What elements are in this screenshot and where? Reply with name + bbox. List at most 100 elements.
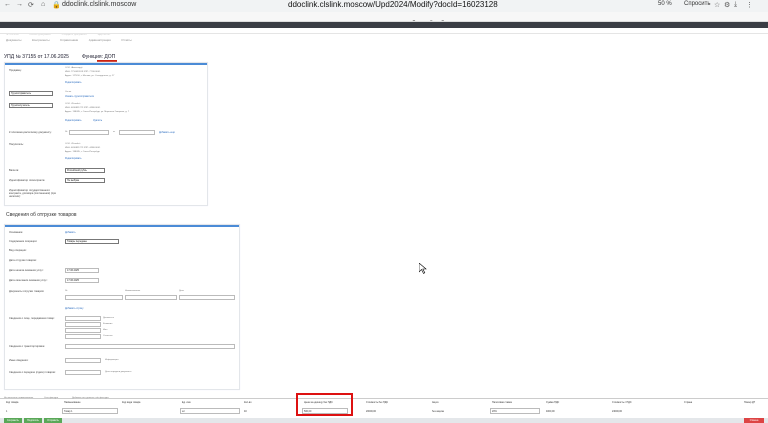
currency-select[interactable]: Российский рубль <box>65 168 105 173</box>
nav-item[interactable]: Отчёты <box>121 38 131 42</box>
send-button[interactable]: Отправить <box>44 418 62 423</box>
seller-label: Продавец: <box>9 69 22 72</box>
consignee-select[interactable]: Грузополучатель <box>9 103 53 108</box>
nav-item[interactable]: Администрация <box>89 38 111 42</box>
url-text[interactable]: ddoclink.clslink.moscow <box>62 1 136 8</box>
table-header: Наименование <box>64 401 81 404</box>
shipper-note[interactable]: Указать грузоотправителя <box>65 95 94 98</box>
table-cell[interactable]: 20000,00 <box>366 410 376 413</box>
seller-inn: ИНН: 7716432619 КПП: 771601001 <box>65 71 101 73</box>
table-cell[interactable]: шт <box>182 410 185 413</box>
header-card: Продавец: ООО «Авангард» ИНН: 7716432619… <box>4 62 208 206</box>
accept-value: Дата передачи документа <box>105 371 132 373</box>
other-value: Информация <box>105 359 119 361</box>
transport-input[interactable] <box>65 344 235 349</box>
other-label: Иные сведения: <box>9 359 29 362</box>
reload-icon[interactable]: ⟳ <box>28 1 34 9</box>
docs-col-name: Наименование <box>125 290 141 292</box>
currency-label: Валюта: <box>9 169 19 172</box>
unit-cell-box[interactable] <box>180 408 240 414</box>
extensions-icon[interactable]: ⚙ <box>724 1 730 9</box>
check-label[interactable]: Добавить все данные счёт-фактуры <box>72 397 109 399</box>
save-button[interactable]: Сохранить <box>4 418 22 423</box>
same-as-seller: Он же <box>65 91 72 93</box>
table-header: Сумма НДС <box>546 401 560 404</box>
cancel-button[interactable]: Отмена <box>744 418 764 423</box>
firstname-input[interactable] <box>65 328 101 333</box>
table-header: Акциз <box>432 401 439 404</box>
docs-date-input[interactable] <box>179 295 235 300</box>
basis-add-link[interactable]: Добавить <box>65 231 76 234</box>
seller-edit-link[interactable]: Редактировать <box>65 81 82 84</box>
rate-cell-box[interactable] <box>490 408 540 414</box>
table-header: Кол-во <box>244 401 252 404</box>
consignee-inn: ИНН: 4496831272 КПП: 449601001 <box>65 107 101 109</box>
download-icon[interactable]: ⤓ <box>734 1 737 9</box>
check-label[interactable]: Счет-фактура <box>44 397 58 399</box>
gov-contract-select[interactable]: Не выбран <box>65 178 105 183</box>
nav-item[interactable]: Справочники <box>60 38 78 42</box>
menu-icon[interactable]: ⋮ <box>746 1 753 9</box>
consignee-delete-link[interactable]: Удалить <box>93 119 102 122</box>
table-cell[interactable]: 40 <box>244 410 247 413</box>
card-accent <box>5 63 207 65</box>
tab-title: ddoclink.clslink.moscow/Upd2024/Modify?d… <box>288 0 498 9</box>
browser-address-bar: ← → ⟳ ⌂ 🔒 ddoclink.clslink.moscow ddocli… <box>0 0 768 12</box>
gov-contract-label: Идентификатор госконтракта: <box>9 179 46 182</box>
add-doc-row-link[interactable]: Добавить строку <box>65 307 83 310</box>
date-start-input[interactable]: 17.06.2025 <box>65 268 99 273</box>
check-label[interactable]: Не заполнять наименование <box>4 397 33 399</box>
table-cell[interactable]: без акциза <box>432 410 444 413</box>
table-cell[interactable]: 1 <box>6 410 7 413</box>
back-icon[interactable]: ← <box>4 1 11 8</box>
buyer-inn: ИНН: 4496831272 КПП: 449601001 <box>65 147 101 149</box>
home-icon[interactable]: ⌂ <box>41 1 45 8</box>
table-header: Код товара <box>6 401 19 404</box>
surname-input[interactable] <box>65 322 101 327</box>
add-more-link[interactable]: Добавить ещё <box>159 131 175 134</box>
ask-button[interactable]: Спросить <box>684 1 710 7</box>
docs-col-number: № <box>65 290 68 292</box>
payment-no-input[interactable] <box>69 130 109 135</box>
price-highlight-box <box>296 393 353 416</box>
table-cell[interactable]: 24000,00 <box>612 410 622 413</box>
docs-number-input[interactable] <box>65 295 123 300</box>
nav-item[interactable]: Контрагенты <box>32 38 50 42</box>
accept-input[interactable] <box>65 370 101 375</box>
docs-name-input[interactable] <box>125 295 177 300</box>
forward-icon[interactable]: → <box>16 1 23 8</box>
sign-button[interactable]: Подписать <box>24 418 42 423</box>
table-cell[interactable]: 4000,00 <box>546 410 555 413</box>
other-input[interactable] <box>65 358 101 363</box>
payment-no-label: № <box>65 131 68 133</box>
date-end-input[interactable]: 17.06.2025 <box>65 278 99 283</box>
bottom-action-bar <box>0 418 768 423</box>
middlename-input[interactable] <box>65 334 101 339</box>
app-nav: Документы Контрагенты Справочники Админи… <box>0 28 768 42</box>
payment-date-input[interactable] <box>119 130 155 135</box>
middlename-label: Отчество <box>103 335 113 337</box>
content-label: Содержание операции: <box>9 240 38 243</box>
basis-label: Основание: <box>9 231 24 234</box>
bookmarks-bar: Закладки Google ChГлавная страницСервисы… <box>0 12 768 22</box>
table-header: Налоговая ставка <box>492 401 512 404</box>
buyer-name: ООО «Ритейл» <box>65 143 81 145</box>
nav-item[interactable]: Документы <box>6 38 21 42</box>
table-cell[interactable]: 20% <box>492 410 497 413</box>
consignee-edit-link[interactable]: Редактировать <box>65 119 82 122</box>
table-header: Ед. изм. <box>182 401 192 404</box>
buyer-edit-link[interactable]: Редактировать <box>65 157 82 160</box>
gov-contract-extra-label: Идентификатор государственного контракта… <box>9 189 57 198</box>
section-title: Сведения об отгрузке товаров <box>6 212 77 218</box>
content-select[interactable]: Товары переданы <box>65 239 119 244</box>
document-title: УПД № 37155 от 17.06.2025 <box>4 54 69 60</box>
shipper-select[interactable]: Грузоотправитель <box>9 91 53 96</box>
zoom-level[interactable]: 50 % <box>658 1 672 7</box>
table-header: Страна <box>684 401 693 404</box>
star-icon[interactable]: ☆ <box>714 1 720 9</box>
position-input[interactable] <box>65 316 101 321</box>
table-header: Стоимость с НДС <box>612 401 632 404</box>
table-cell[interactable]: Товар 1 <box>64 410 73 413</box>
consignee-name: ООО «Ритейл» <box>65 103 81 105</box>
table-header: Код вида товара <box>122 401 141 404</box>
